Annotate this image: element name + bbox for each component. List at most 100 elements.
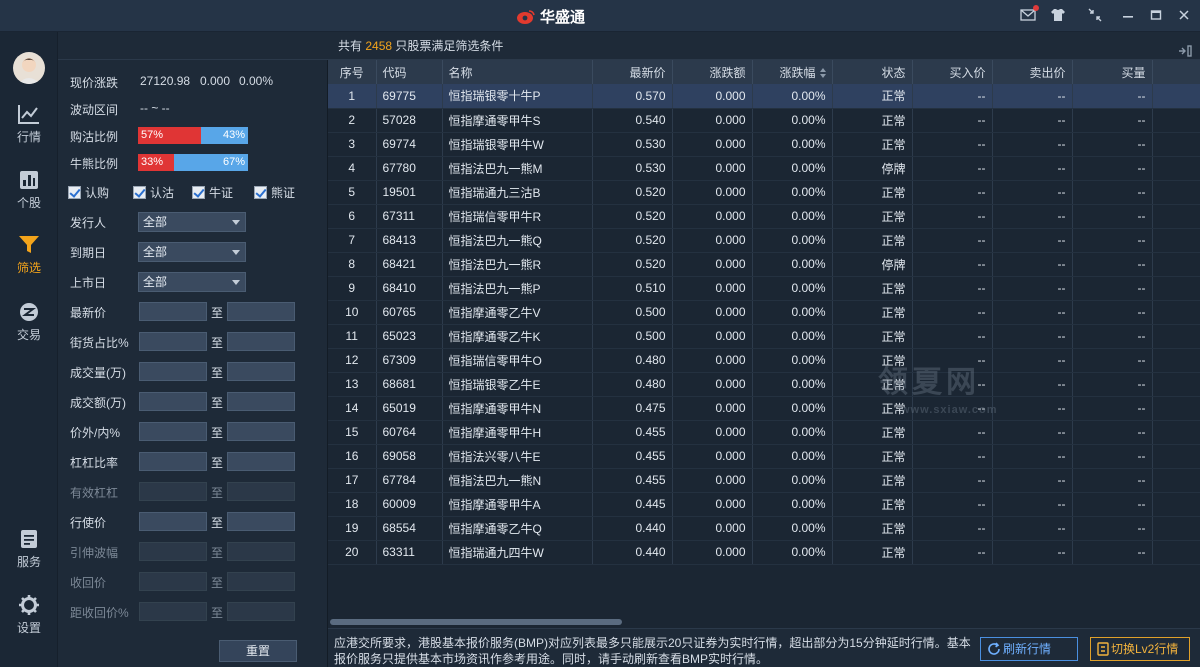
range-max-input[interactable]: [227, 452, 295, 471]
table-row[interactable]: 2 57028 恒指摩通零甲牛S 0.540 0.000 0.00% 正常 -- -- --: [328, 108, 1200, 133]
range-max-input[interactable]: [227, 422, 295, 441]
cell-row-index: 17: [328, 468, 377, 493]
nav-stock[interactable]: 个股: [0, 170, 58, 211]
cell-stock-code: 60765: [376, 300, 443, 325]
range-max-input[interactable]: [227, 302, 295, 321]
table-row[interactable]: 4 67780 恒指法巴九一熊M 0.530 0.000 0.00% 停牌 -- -- --: [328, 156, 1200, 181]
table-row[interactable]: 1 69775 恒指瑞银零十牛P 0.570 0.000 0.00% 正常 -- -- --: [328, 84, 1200, 109]
checkbox-box[interactable]: [133, 186, 146, 199]
result-summary: 共有 2458 只股票满足筛选条件: [328, 32, 1200, 60]
table-row[interactable]: 7 68413 恒指法巴九一熊Q 0.520 0.000 0.00% 正常 -- -- --: [328, 228, 1200, 253]
nav-settings[interactable]: 设置: [0, 595, 58, 636]
checkbox-box[interactable]: [254, 186, 267, 199]
cell-ask-price: --: [992, 396, 1073, 421]
cell-empty: [1152, 420, 1200, 445]
checkbox-bear[interactable]: 熊证: [254, 184, 295, 201]
range-min-input[interactable]: [139, 332, 207, 351]
cell-status: 正常: [832, 180, 913, 205]
refresh-quotes-button[interactable]: 刷新行情: [980, 637, 1078, 661]
range-max-input[interactable]: [227, 392, 295, 411]
range-max-input[interactable]: [227, 332, 295, 351]
cell-empty: [1152, 132, 1200, 157]
mail-icon[interactable]: [1020, 5, 1039, 24]
checkbox-box[interactable]: [192, 186, 205, 199]
cell-latest-price: 0.540: [592, 108, 673, 133]
nav-trade[interactable]: 交易: [0, 302, 58, 343]
skin-icon[interactable]: [1050, 8, 1066, 24]
range-min-input[interactable]: [139, 452, 207, 471]
nav-market[interactable]: 行情: [0, 104, 58, 145]
range-min-input[interactable]: [139, 422, 207, 441]
column-header-bid-volume[interactable]: 买量: [1072, 60, 1153, 84]
cell-ask-price: --: [992, 300, 1073, 325]
nav-service[interactable]: 服务: [0, 529, 58, 570]
checkbox-bull[interactable]: 牛证: [192, 184, 233, 201]
cell-change-percent: 0.00%: [752, 468, 833, 493]
shrink-icon[interactable]: [1087, 8, 1103, 24]
cell-change-percent: 0.00%: [752, 180, 833, 205]
table-row[interactable]: 17 67784 恒指法巴九一熊N 0.455 0.000 0.00% 正常 -- -- --: [328, 468, 1200, 493]
sort-icon[interactable]: [819, 68, 826, 79]
table-row[interactable]: 18 60009 恒指摩通零甲牛A 0.445 0.000 0.00% 正常 -- -- --: [328, 492, 1200, 517]
table-row[interactable]: 12 67309 恒指瑞信零甲牛O 0.480 0.000 0.00% 正常 -- -- --: [328, 348, 1200, 373]
chart-icon: [18, 105, 39, 124]
range-to-label: 至: [211, 336, 224, 350]
column-header-code[interactable]: 代码: [376, 60, 443, 84]
column-header-bid[interactable]: 买入价: [912, 60, 993, 84]
column-header-change-pct[interactable]: 涨跌幅: [752, 60, 833, 84]
cell-bid-volume: --: [1072, 300, 1153, 325]
listing-select[interactable]: 全部: [138, 272, 246, 292]
cell-row-index: 19: [328, 516, 377, 541]
close-icon[interactable]: [1176, 8, 1192, 24]
minimize-icon[interactable]: [1120, 8, 1136, 24]
table-row[interactable]: 14 65019 恒指摩通零甲牛N 0.475 0.000 0.00% 正常 -- -- --: [328, 396, 1200, 421]
cell-change-amount: 0.000: [672, 204, 753, 229]
table-row[interactable]: 5 19501 恒指瑞通九三沽B 0.520 0.000 0.00% 正常 -- -- --: [328, 180, 1200, 205]
price-change-label: 现价涨跌: [70, 76, 119, 90]
column-header-index[interactable]: 序号: [328, 60, 377, 84]
cell-change-amount: 0.000: [672, 396, 753, 421]
table-row[interactable]: 15 60764 恒指摩通零甲牛H 0.455 0.000 0.00% 正常 -- -- --: [328, 420, 1200, 445]
table-row[interactable]: 20 63311 恒指瑞通九四牛W 0.440 0.000 0.00% 正常 -- -- --: [328, 540, 1200, 565]
range-min-input[interactable]: [139, 362, 207, 381]
table-row[interactable]: 11 65023 恒指摩通零乙牛K 0.500 0.000 0.00% 正常 -- -- --: [328, 324, 1200, 349]
column-header-ask[interactable]: 卖出价: [992, 60, 1073, 84]
nav-filter[interactable]: 筛选: [0, 235, 58, 276]
cell-stock-code: 67780: [376, 156, 443, 181]
checkbox-box[interactable]: [68, 186, 81, 199]
column-header-status[interactable]: 状态: [832, 60, 913, 84]
table-row[interactable]: 13 68681 恒指瑞银零乙牛E 0.480 0.000 0.00% 正常 -- -- --: [328, 372, 1200, 397]
range-min-input[interactable]: [139, 302, 207, 321]
cell-empty: [1152, 228, 1200, 253]
table-row[interactable]: 9 68410 恒指法巴九一熊P 0.510 0.000 0.00% 正常 -- -- --: [328, 276, 1200, 301]
table-row[interactable]: 6 67311 恒指瑞信零甲牛R 0.520 0.000 0.00% 正常 -- -- --: [328, 204, 1200, 229]
issuer-select[interactable]: 全部: [138, 212, 246, 232]
range-min-input[interactable]: [139, 512, 207, 531]
reset-button[interactable]: 重置: [219, 640, 297, 662]
column-header-name[interactable]: 名称: [442, 60, 593, 84]
range-min-input[interactable]: [139, 392, 207, 411]
column-header-latest-price[interactable]: 最新价: [592, 60, 673, 84]
maximize-icon[interactable]: [1148, 8, 1164, 24]
table-row[interactable]: 10 60765 恒指摩通零乙牛V 0.500 0.000 0.00% 正常 -- -- --: [328, 300, 1200, 325]
scrollbar-thumb[interactable]: [330, 619, 622, 625]
table-row[interactable]: 16 69058 恒指法兴零八牛E 0.455 0.000 0.00% 正常 -- -- --: [328, 444, 1200, 469]
checkbox-put[interactable]: 认沽: [133, 184, 174, 201]
range-max-input[interactable]: [227, 512, 295, 531]
range-max-input[interactable]: [227, 362, 295, 381]
cell-status: 正常: [832, 348, 913, 373]
expiry-select[interactable]: 全部: [138, 242, 246, 262]
table-row[interactable]: 8 68421 恒指法巴九一熊R 0.520 0.000 0.00% 停牌 -- -- --: [328, 252, 1200, 277]
range-max-input: [227, 572, 295, 591]
cell-bid-price: --: [912, 324, 993, 349]
switch-lv2-button[interactable]: 切换Lv2行情: [1090, 637, 1190, 661]
avatar[interactable]: [13, 52, 45, 84]
table-row[interactable]: 3 69774 恒指瑞银零甲牛W 0.530 0.000 0.00% 正常 -- -- --: [328, 132, 1200, 157]
horizontal-scrollbar[interactable]: [328, 618, 1200, 626]
column-header-change[interactable]: 涨跌额: [672, 60, 753, 84]
cell-stock-name: 恒指摩通零甲牛A: [442, 492, 593, 517]
table-row[interactable]: 19 68554 恒指摩通零乙牛Q 0.440 0.000 0.00% 正常 -- -- --: [328, 516, 1200, 541]
checkbox-call[interactable]: 认购: [68, 184, 109, 201]
cell-change-amount: 0.000: [672, 180, 753, 205]
cell-stock-code: 68413: [376, 228, 443, 253]
